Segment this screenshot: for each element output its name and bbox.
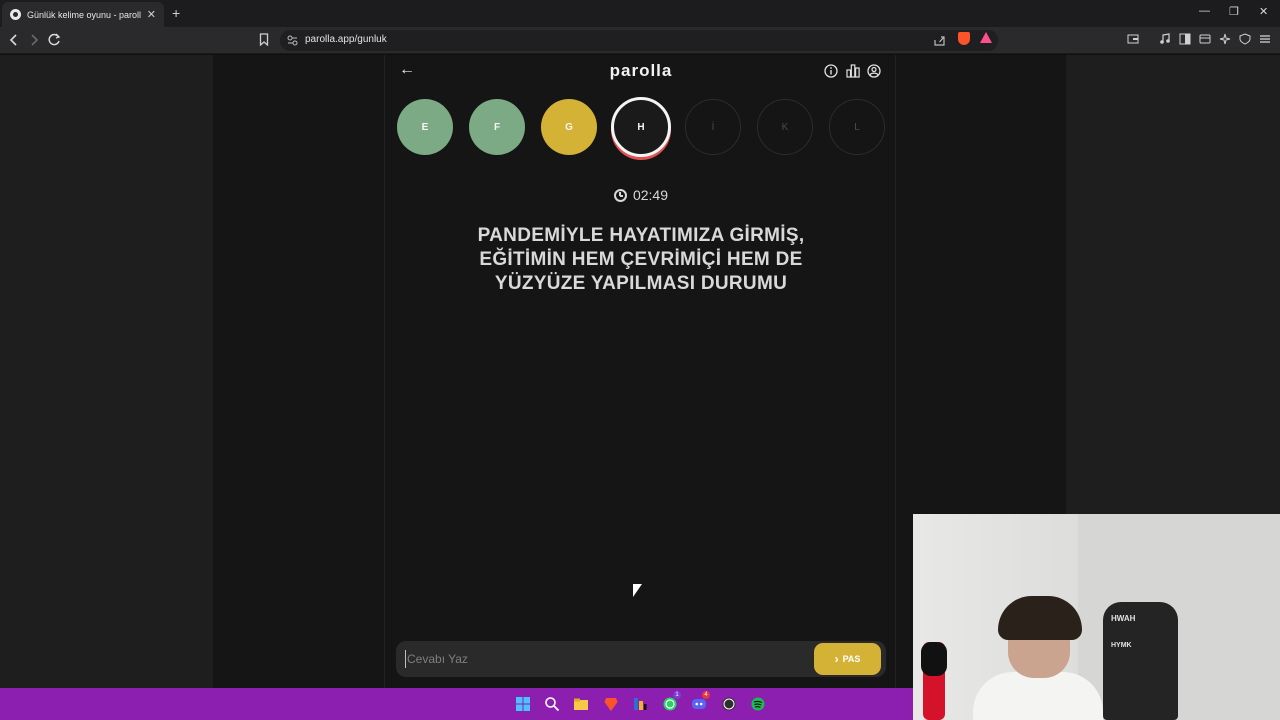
brave-shields-icon[interactable] xyxy=(958,32,970,45)
webcam-overlay: HWAH HYMK xyxy=(913,514,1280,720)
letter-circle-k: K xyxy=(757,99,813,155)
brave-rewards-icon[interactable] xyxy=(980,32,992,43)
reload-icon[interactable] xyxy=(48,33,61,46)
close-window-button[interactable]: ✕ xyxy=(1259,5,1268,18)
mouse-cursor-icon xyxy=(633,584,642,597)
question-text: PANDEMİYLE HAYATIMIZA GİRMİŞ, EĞİTİMİN H… xyxy=(477,225,805,294)
person-body xyxy=(973,672,1103,720)
whatsapp-badge: 1 xyxy=(673,691,681,699)
taskbar: 1 4 xyxy=(0,688,913,720)
profile-icon[interactable] xyxy=(867,64,881,78)
bookmark-icon[interactable] xyxy=(259,33,269,46)
info-icon[interactable] xyxy=(824,64,838,78)
windows-start-icon[interactable] xyxy=(515,696,531,712)
game-header: ← parolla xyxy=(385,55,897,89)
letter-circle-l: L xyxy=(829,99,885,155)
logo: parolla xyxy=(609,61,673,80)
brave-browser-icon[interactable] xyxy=(603,696,619,712)
answer-bar: › PAS xyxy=(396,641,886,677)
app-icon[interactable] xyxy=(632,696,648,712)
pass-button[interactable]: › PAS xyxy=(814,643,881,675)
tab-title: Günlük kelime oyunu - parolla - xyxy=(27,9,141,20)
timer-value: 02:49 xyxy=(632,187,669,203)
clock-icon xyxy=(613,189,627,202)
chevron-right-icon: › xyxy=(834,652,839,666)
address-bar[interactable]: parolla.app/gunluk xyxy=(280,30,998,51)
new-tab-button[interactable]: + xyxy=(172,5,180,21)
leo-ai-icon[interactable] xyxy=(1219,33,1231,45)
letter-circle-e: E xyxy=(397,99,453,155)
maximize-button[interactable]: ❐ xyxy=(1229,5,1239,18)
wallet-card-icon[interactable] xyxy=(1199,33,1211,45)
wallet-icon[interactable] xyxy=(1127,33,1139,45)
timer: 02:49 xyxy=(385,187,897,203)
letter-circles: E F G H İ K L xyxy=(397,97,887,157)
search-icon[interactable] xyxy=(544,696,560,712)
pass-label: PAS xyxy=(842,654,861,664)
person-hair xyxy=(998,596,1082,640)
chair-text: HYMK xyxy=(1111,642,1132,649)
minimize-button[interactable]: — xyxy=(1199,5,1210,17)
vpn-shield-icon[interactable] xyxy=(1239,33,1251,45)
obs-icon[interactable] xyxy=(721,696,737,712)
sidebar-icon[interactable] xyxy=(1179,33,1191,45)
menu-icon[interactable] xyxy=(1259,33,1271,45)
stats-icon[interactable] xyxy=(846,64,860,78)
letter-circle-g: G xyxy=(541,99,597,155)
file-explorer-icon[interactable] xyxy=(573,696,589,712)
tab-close-icon[interactable]: ✕ xyxy=(147,8,156,21)
url-text: parolla.app/gunluk xyxy=(305,34,387,45)
spotify-icon[interactable] xyxy=(750,696,766,712)
microphone-icon xyxy=(921,642,947,676)
share-icon[interactable] xyxy=(934,35,946,46)
forward-icon[interactable] xyxy=(29,34,39,46)
site-settings-icon[interactable] xyxy=(287,35,298,46)
discord-badge: 4 xyxy=(702,691,710,699)
letter-circle-h: H xyxy=(611,97,671,157)
chair-brand: HWAH xyxy=(1111,614,1136,623)
browser-tab[interactable]: Günlük kelime oyunu - parolla - ✕ xyxy=(2,2,164,27)
answer-input[interactable] xyxy=(405,650,805,668)
media-icon[interactable] xyxy=(1159,33,1171,45)
site-favicon-icon xyxy=(10,9,21,20)
browser-toolbar: parolla.app/gunluk xyxy=(0,27,1280,54)
letter-circle-i: İ xyxy=(685,99,741,155)
browser-tab-bar: Günlük kelime oyunu - parolla - ✕ + — ❐ … xyxy=(0,0,1280,27)
page-left-margin xyxy=(0,55,213,688)
back-icon[interactable] xyxy=(9,34,19,46)
letter-circle-f: F xyxy=(469,99,525,155)
